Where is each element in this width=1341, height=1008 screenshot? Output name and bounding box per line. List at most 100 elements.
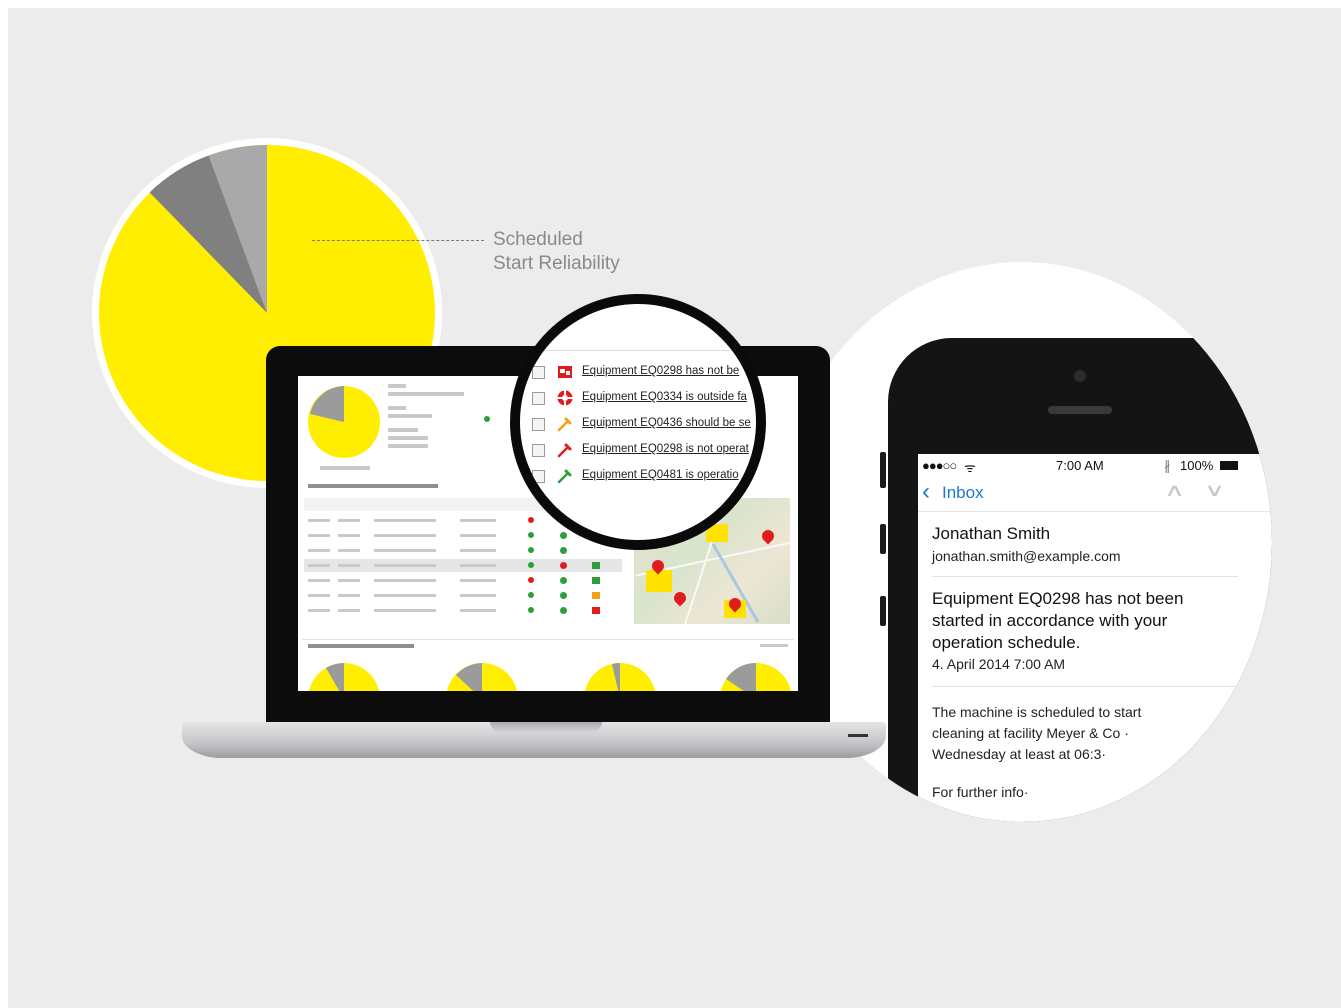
phone-mute-button (880, 452, 886, 488)
placeholder-line (388, 436, 428, 440)
cell (460, 609, 496, 612)
cell (460, 579, 496, 582)
divider (932, 576, 1238, 577)
bluetooth-icon: ∦ (1164, 458, 1171, 473)
row-status-mark (528, 577, 534, 583)
battery-percent: 100% (1180, 458, 1214, 473)
alert-link[interactable]: Equipment EQ0334 is outside fa (582, 391, 747, 403)
alert-link[interactable]: Equipment EQ0298 has not be (582, 365, 739, 377)
divider (932, 686, 1238, 687)
placeholder-line (388, 428, 418, 432)
mail-body-more: For further info· (932, 784, 1029, 800)
table-row[interactable] (304, 619, 622, 632)
next-message-icon[interactable]: ∨ (1204, 480, 1225, 501)
row-status-mark (528, 547, 534, 553)
cell (338, 609, 360, 612)
cell (374, 534, 436, 537)
wifi-icon: ᯤ (964, 460, 976, 475)
pie-label-line1: Scheduled (493, 229, 583, 250)
cell (374, 609, 436, 612)
cell (338, 534, 360, 537)
stop-icon (556, 364, 574, 382)
cell (374, 519, 436, 522)
row-status-mark (528, 607, 534, 613)
map-pin-icon[interactable] (671, 589, 689, 607)
cell (338, 519, 360, 522)
laptop-open-notch (490, 722, 602, 732)
cell (374, 579, 436, 582)
section-title-placeholder (308, 484, 438, 488)
placeholder-line (388, 384, 406, 388)
magnifier-lens: Equipment EQ0298 has not be Equipment EQ… (510, 294, 766, 550)
cell (460, 564, 496, 567)
cell (308, 579, 330, 582)
row-status-mark (528, 532, 534, 538)
row-status-mark (528, 592, 534, 598)
placeholder-line (388, 406, 406, 410)
battery-icon (1220, 461, 1238, 470)
list-item[interactable]: Equipment EQ0436 should be se (532, 416, 756, 434)
row-status-mark (560, 547, 567, 554)
cell (374, 594, 436, 597)
cell (308, 534, 330, 537)
back-chevron-icon[interactable]: ‹ (922, 480, 930, 504)
dashboard-pie-icon (308, 386, 380, 458)
alert-checkbox[interactable] (532, 392, 545, 405)
alert-link[interactable]: Equipment EQ0298 is not operat (582, 443, 749, 455)
row-status-mark (528, 517, 534, 523)
list-item[interactable]: Equipment EQ0334 is outside fa (532, 390, 756, 408)
phone-camera (1074, 370, 1086, 382)
sender-email[interactable]: jonathan.smith@example.com (932, 548, 1121, 564)
pie-callout-label: Scheduled Start Reliability (493, 228, 620, 276)
phone-volume-up-button (880, 524, 886, 554)
alert-checkbox[interactable] (532, 418, 545, 431)
status-dot (484, 416, 490, 422)
inbox-back-button[interactable]: Inbox (942, 483, 984, 503)
row-status-mark (592, 607, 600, 614)
cell (460, 549, 496, 552)
list-item[interactable]: Equipment EQ0481 is operatio (532, 468, 756, 486)
mail-subject: Equipment EQ0298 has not been started in… (932, 589, 1184, 652)
pie-label-line2: Start Reliability (493, 253, 620, 274)
kpi-pie-icon (446, 663, 518, 691)
divider (302, 639, 794, 640)
row-status-mark (528, 562, 534, 568)
phone-speaker (1048, 406, 1112, 414)
cell (308, 549, 330, 552)
row-status-mark (592, 562, 600, 569)
cell (308, 564, 330, 567)
list-item[interactable]: Equipment EQ0298 has not be (532, 364, 756, 382)
cell (338, 549, 360, 552)
row-status-mark (560, 562, 567, 569)
mail-body: The machine is scheduled to start cleani… (932, 704, 1142, 762)
alert-link[interactable]: Equipment EQ0436 should be se (582, 417, 751, 429)
cell (460, 519, 496, 522)
status-time: 7:00 AM (1056, 458, 1104, 473)
alert-checkbox[interactable] (532, 444, 545, 457)
alert-link[interactable]: Equipment EQ0481 is operatio (582, 469, 739, 481)
cell (374, 549, 436, 552)
lifebuoy-icon (556, 390, 574, 408)
placeholder-line (760, 644, 788, 647)
sender-name: Jonathan Smith (932, 524, 1051, 543)
row-status-mark (560, 532, 567, 539)
placeholder-line (320, 466, 370, 470)
laptop-indicator-light (848, 734, 868, 737)
row-status-mark (592, 577, 600, 584)
cell (460, 534, 496, 537)
phone-volume-down-button (880, 596, 886, 626)
list-item[interactable]: Equipment EQ0298 is not operat (532, 442, 756, 460)
cell (338, 564, 360, 567)
cell (338, 579, 360, 582)
wrench-icon (556, 442, 574, 460)
cell (460, 594, 496, 597)
kpi-pie-icon (720, 662, 792, 691)
cell (308, 519, 330, 522)
previous-message-icon[interactable]: ∧ (1164, 480, 1185, 501)
kpi-pie-icon (584, 663, 656, 691)
alert-checkbox[interactable] (532, 366, 545, 379)
row-status-mark (560, 607, 567, 614)
alert-checkbox[interactable] (532, 470, 545, 483)
map-pin-icon[interactable] (759, 527, 777, 545)
cell (308, 594, 330, 597)
